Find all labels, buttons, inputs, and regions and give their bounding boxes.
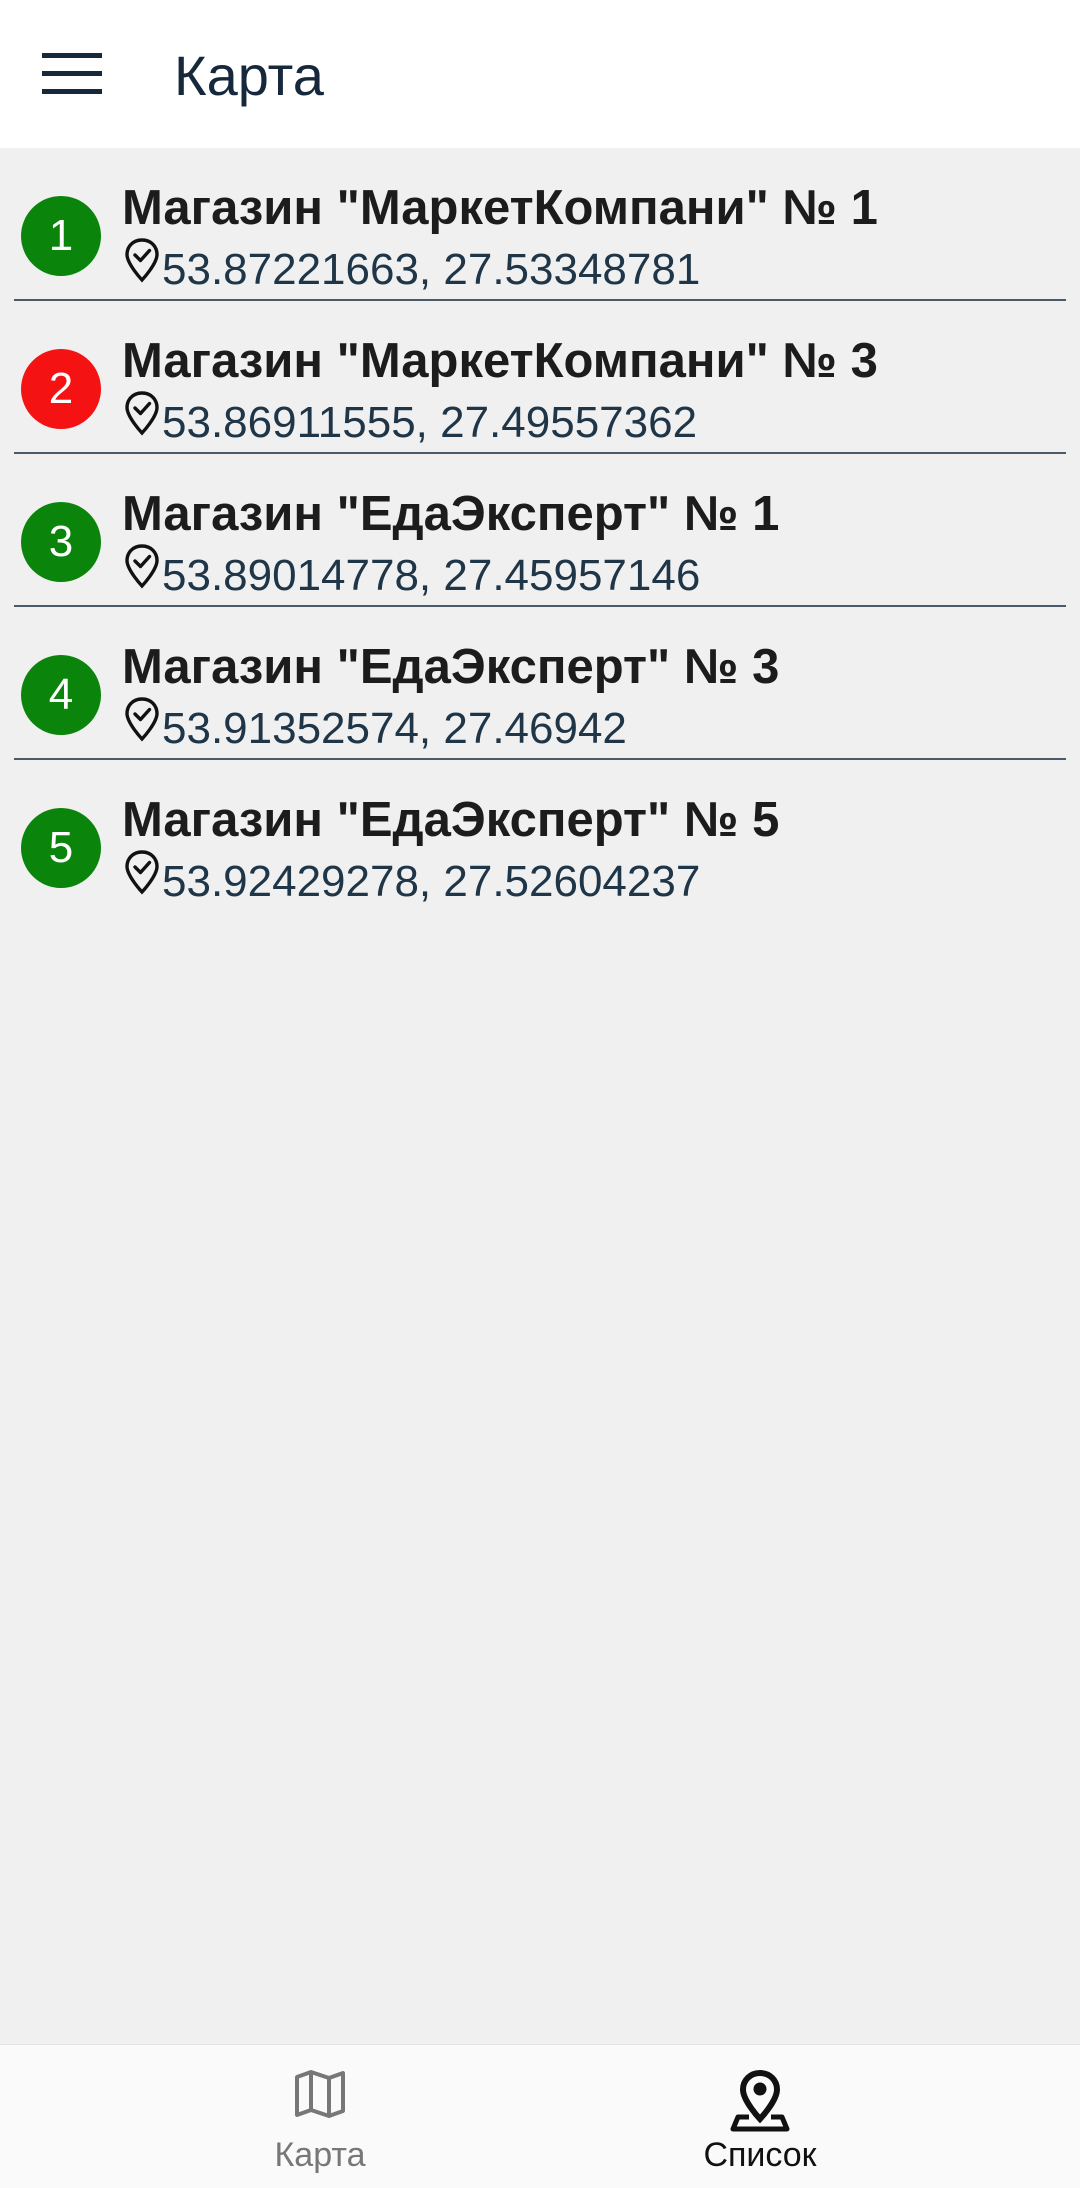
- bottom-navigation: Карта Список: [0, 2044, 1080, 2188]
- store-coordinates-row: 53.89014778, 27.45957146: [122, 544, 701, 604]
- hamburger-menu-icon: [42, 53, 102, 94]
- store-name: Магазин "МаркетКомпани" № 3: [122, 334, 878, 388]
- store-list-item[interactable]: 1 Магазин "МаркетКомпани" № 1 53.8722166…: [0, 148, 1080, 301]
- location-pin-icon: [730, 2069, 790, 2132]
- store-coordinates-row: 53.92429278, 27.52604237: [122, 850, 701, 910]
- app-bar: Карта: [0, 0, 1080, 148]
- store-list-item[interactable]: 4 Магазин "ЕдаЭксперт" № 3 53.91352574, …: [0, 607, 1080, 760]
- tab-list-label: Список: [703, 2136, 817, 2174]
- store-name: Магазин "ЕдаЭксперт" № 3: [122, 640, 780, 694]
- store-list-item[interactable]: 3 Магазин "ЕдаЭксперт" № 1 53.89014778, …: [0, 454, 1080, 607]
- store-coordinates: 53.92429278, 27.52604237: [162, 857, 701, 906]
- store-list-item[interactable]: 5 Магазин "ЕдаЭксперт" № 5 53.92429278, …: [0, 760, 1080, 913]
- store-number-badge: 3: [21, 502, 101, 582]
- location-check-icon: [125, 544, 159, 589]
- location-check-icon: [125, 850, 159, 895]
- store-number-badge: 1: [21, 196, 101, 276]
- store-coordinates: 53.89014778, 27.45957146: [162, 551, 701, 600]
- location-check-icon: [125, 391, 159, 436]
- store-number-badge: 4: [21, 655, 101, 735]
- store-number-badge: 2: [21, 349, 101, 429]
- page-title: Карта: [174, 44, 324, 107]
- store-list: 1 Магазин "МаркетКомпани" № 1 53.8722166…: [0, 148, 1080, 913]
- store-coordinates: 53.86911555, 27.49557362: [162, 398, 698, 447]
- store-name: Магазин "ЕдаЭксперт" № 1: [122, 487, 780, 541]
- store-name: Магазин "ЕдаЭксперт" № 5: [122, 793, 780, 847]
- store-coordinates-row: 53.87221663, 27.53348781: [122, 238, 701, 298]
- store-coordinates: 53.87221663, 27.53348781: [162, 245, 701, 294]
- store-coordinates-row: 53.91352574, 27.46942: [122, 697, 627, 757]
- store-list-item[interactable]: 2 Магазин "МаркетКомпани" № 3 53.8691155…: [0, 301, 1080, 454]
- location-check-icon: [125, 238, 159, 283]
- store-coordinates-row: 53.86911555, 27.49557362: [122, 391, 698, 451]
- store-number-badge: 5: [21, 808, 101, 888]
- store-name: Магазин "МаркетКомпани" № 1: [122, 181, 878, 235]
- map-icon: [295, 2070, 345, 2118]
- store-coordinates: 53.91352574, 27.46942: [162, 704, 627, 753]
- location-check-icon: [125, 697, 159, 742]
- tab-list[interactable]: Список: [490, 2045, 1030, 2188]
- menu-button[interactable]: [32, 44, 112, 104]
